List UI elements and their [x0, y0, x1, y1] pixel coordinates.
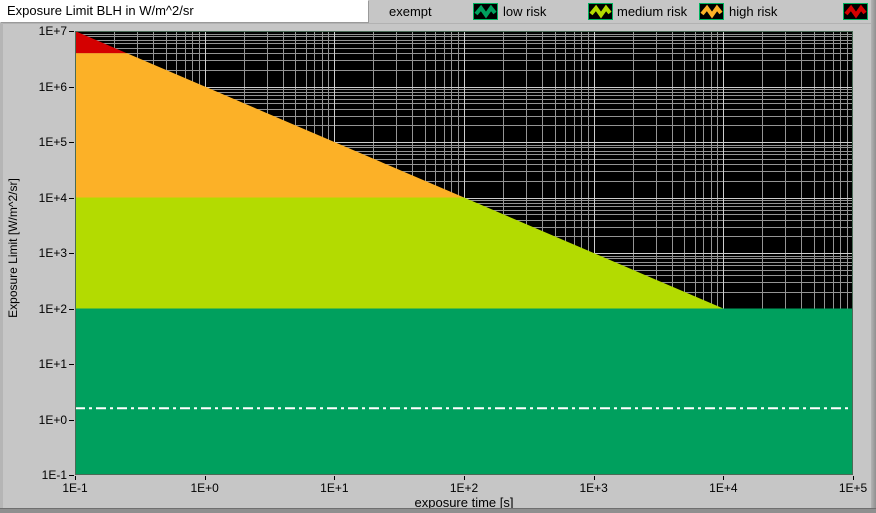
- x-tick-label: 1E+5: [821, 481, 876, 495]
- y-axis-title: Exposure Limit [W/m^2/sr]: [6, 138, 22, 358]
- x-tick-mark: [594, 476, 595, 480]
- x-tick-label: 1E+2: [432, 481, 496, 495]
- legend-label-medium-risk[interactable]: medium risk: [617, 3, 687, 20]
- y-tick-mark: [69, 309, 74, 310]
- x-tick-mark: [75, 476, 76, 480]
- y-tick-mark: [69, 142, 74, 143]
- graph-title: Exposure Limit BLH in W/m^2/sr: [0, 0, 368, 22]
- y-tick-label: 1E-1: [11, 468, 67, 482]
- legend-waveform-icon-low-risk[interactable]: [588, 3, 613, 25]
- x-tick-mark: [853, 476, 854, 480]
- y-tick-label: 1E+1: [11, 357, 67, 371]
- x-tick-mark: [723, 476, 724, 480]
- x-tick-mark: [205, 476, 206, 480]
- x-tick-label: 1E-1: [43, 481, 107, 495]
- y-tick-label: 1E+6: [11, 80, 67, 94]
- waveform-icon: [588, 3, 613, 20]
- plot-canvas: [75, 31, 853, 475]
- window-edge-right: [871, 0, 876, 513]
- y-tick-mark: [69, 198, 74, 199]
- x-tick-label: 1E+1: [302, 481, 366, 495]
- legend-waveform-icon-exempt[interactable]: [473, 3, 498, 25]
- x-tick-label: 1E+0: [173, 481, 237, 495]
- waveform-icon: [473, 3, 498, 20]
- x-tick-label: 1E+3: [562, 481, 626, 495]
- window-edge-bottom: [0, 508, 876, 513]
- x-tick-mark: [334, 476, 335, 480]
- y-tick-mark: [69, 253, 74, 254]
- graph-window: Exposure Limit BLH in W/m^2/sr exempt lo…: [0, 0, 876, 513]
- y-tick-mark: [69, 87, 74, 88]
- y-tick-mark: [69, 31, 74, 32]
- legend-label-high-risk[interactable]: high risk: [729, 3, 777, 20]
- legend-label-exempt[interactable]: exempt: [389, 3, 432, 20]
- top-strip: Exposure Limit BLH in W/m^2/sr exempt lo…: [0, 0, 876, 24]
- region-exempt: [75, 309, 853, 476]
- y-tick-mark: [69, 475, 74, 476]
- y-tick-label: 1E+7: [11, 24, 67, 38]
- window-edge-left: [0, 23, 3, 508]
- waveform-icon: [699, 3, 724, 20]
- legend-waveform-icon-medium-risk[interactable]: [699, 3, 724, 25]
- x-tick-mark: [464, 476, 465, 480]
- y-tick-label: 1E+0: [11, 413, 67, 427]
- waveform-icon: [843, 3, 868, 20]
- legend-waveform-icon-high-risk[interactable]: [843, 3, 868, 25]
- y-tick-mark: [69, 420, 74, 421]
- x-tick-label: 1E+4: [691, 481, 755, 495]
- legend-label-low-risk[interactable]: low risk: [503, 3, 546, 20]
- y-tick-mark: [69, 364, 74, 365]
